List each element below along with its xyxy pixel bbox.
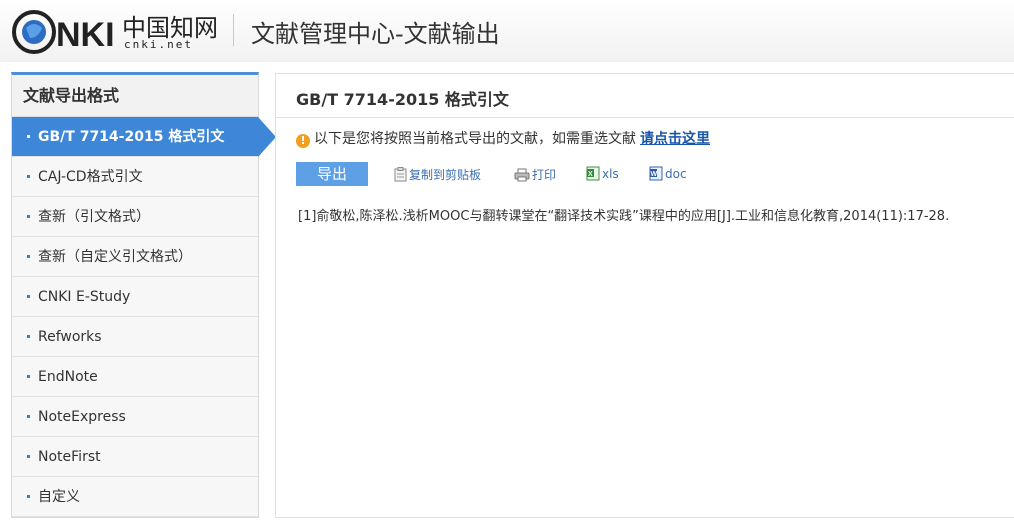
svg-text:W: W — [651, 171, 658, 178]
header: NKI 中国知网 cnki.net 文献管理中心-文献输出 — [0, 0, 1014, 62]
header-divider — [233, 14, 234, 46]
bullet-icon — [27, 455, 30, 458]
export-doc-button[interactable]: W doc — [649, 166, 687, 181]
sidebar-item-label: CAJ-CD格式引文 — [38, 169, 143, 185]
sidebar-item-label: 自定义 — [38, 489, 80, 505]
bullet-icon — [27, 335, 30, 338]
notice: ! 以下是您将按照当前格式导出的文献，如需重选文献 请点击这里 — [296, 128, 710, 148]
print-button[interactable]: 打印 — [514, 166, 556, 183]
sidebar-item-gbt7714[interactable]: GB/T 7714-2015 格式引文 — [12, 117, 276, 157]
sidebar-item-chaxin-custom[interactable]: 查新（自定义引文格式） — [12, 237, 258, 277]
bullet-icon — [27, 135, 30, 138]
sidebar-title: 文献导出格式 — [12, 75, 258, 117]
notice-text: 以下是您将按照当前格式导出的文献，如需重选文献 — [314, 131, 636, 147]
warning-icon: ! — [296, 134, 310, 148]
sidebar-item-chaxin[interactable]: 查新（引文格式） — [12, 197, 258, 237]
word-file-icon: W — [649, 166, 663, 181]
sidebar-item-notefirst[interactable]: NoteFirst — [12, 437, 258, 477]
sidebar-item-custom[interactable]: 自定义 — [12, 477, 258, 517]
doc-label: doc — [665, 167, 687, 181]
sidebar-item-label: Refworks — [38, 329, 102, 345]
sidebar-item-label: 查新（自定义引文格式） — [38, 249, 192, 265]
sidebar-item-label: NoteExpress — [38, 409, 126, 425]
sidebar-item-label: CNKI E-Study — [38, 289, 131, 305]
sidebar-item-estudy[interactable]: CNKI E-Study — [12, 277, 258, 317]
format-title: GB/T 7714-2015 格式引文 — [296, 90, 509, 109]
reselect-link[interactable]: 请点击这里 — [640, 131, 710, 147]
logo-domain: cnki.net — [124, 38, 193, 51]
clipboard-icon — [394, 167, 407, 182]
bullet-icon — [27, 295, 30, 298]
citation-text: [1]俞敬松,陈泽松.浅析MOOC与翻转课堂在“翻译技术实践”课程中的应用[J]… — [298, 209, 950, 224]
page-title: 文献管理中心-文献输出 — [251, 20, 500, 48]
sidebar-item-label: 查新（引文格式） — [38, 209, 150, 225]
bullet-icon — [27, 255, 30, 258]
export-button[interactable]: 导出 — [296, 162, 368, 186]
printer-icon — [514, 168, 530, 182]
sidebar-item-label: NoteFirst — [38, 449, 101, 465]
bullet-icon — [27, 175, 30, 178]
svg-text:X: X — [588, 171, 593, 178]
excel-file-icon: X — [586, 166, 600, 181]
bullet-icon — [27, 415, 30, 418]
bullet-icon — [27, 215, 30, 218]
copy-label: 复制到剪贴板 — [409, 168, 482, 182]
svg-text:NKI: NKI — [56, 16, 115, 54]
main-panel: GB/T 7714-2015 格式引文 ! 以下是您将按照当前格式导出的文献，如需… — [275, 73, 1014, 518]
title-divider — [276, 117, 1014, 118]
sidebar-item-endnote[interactable]: EndNote — [12, 357, 258, 397]
sidebar-item-caj-cd[interactable]: CAJ-CD格式引文 — [12, 157, 258, 197]
sidebar-item-label: EndNote — [38, 369, 98, 385]
copy-to-clipboard-button[interactable]: 复制到剪贴板 — [394, 166, 481, 183]
bullet-icon — [27, 495, 30, 498]
bullet-icon — [27, 375, 30, 378]
export-xls-button[interactable]: X xls — [586, 166, 619, 181]
print-label: 打印 — [532, 168, 557, 182]
sidebar: 文献导出格式 GB/T 7714-2015 格式引文 CAJ-CD格式引文 查新… — [11, 72, 276, 518]
sidebar-item-label: GB/T 7714-2015 格式引文 — [38, 129, 225, 145]
sidebar-item-noteexpress[interactable]: NoteExpress — [12, 397, 258, 437]
xls-label: xls — [602, 167, 619, 181]
sidebar-item-refworks[interactable]: Refworks — [12, 317, 258, 357]
